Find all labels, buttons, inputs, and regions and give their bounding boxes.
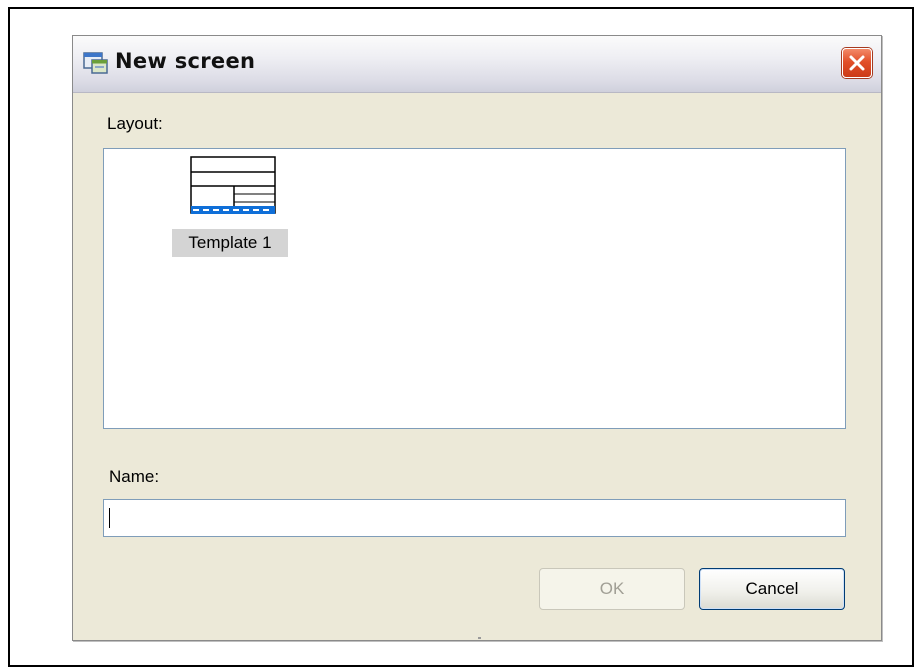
template-layout-icon <box>190 156 276 214</box>
close-button[interactable] <box>842 48 872 78</box>
ok-button[interactable]: OK <box>539 568 685 610</box>
name-input[interactable] <box>103 499 846 537</box>
title-bar[interactable]: New screen <box>73 36 881 93</box>
text-caret <box>109 508 110 528</box>
layout-list[interactable]: Template 1 <box>103 148 846 429</box>
close-icon <box>849 55 865 71</box>
divider-mark <box>478 637 481 639</box>
new-screen-dialog: New screen Layout: Template 1 Name: OK C… <box>72 35 882 641</box>
screenshot-frame: New screen Layout: Template 1 Name: OK C… <box>8 7 914 667</box>
layout-item-template-1[interactable]: Template 1 <box>172 153 292 257</box>
name-label: Name: <box>109 467 160 486</box>
layout-label: Layout: <box>107 114 163 133</box>
window-app-icon <box>83 51 109 75</box>
dialog-title: New screen <box>115 49 256 73</box>
layout-item-label: Template 1 <box>172 229 288 257</box>
cancel-button[interactable]: Cancel <box>699 568 845 610</box>
